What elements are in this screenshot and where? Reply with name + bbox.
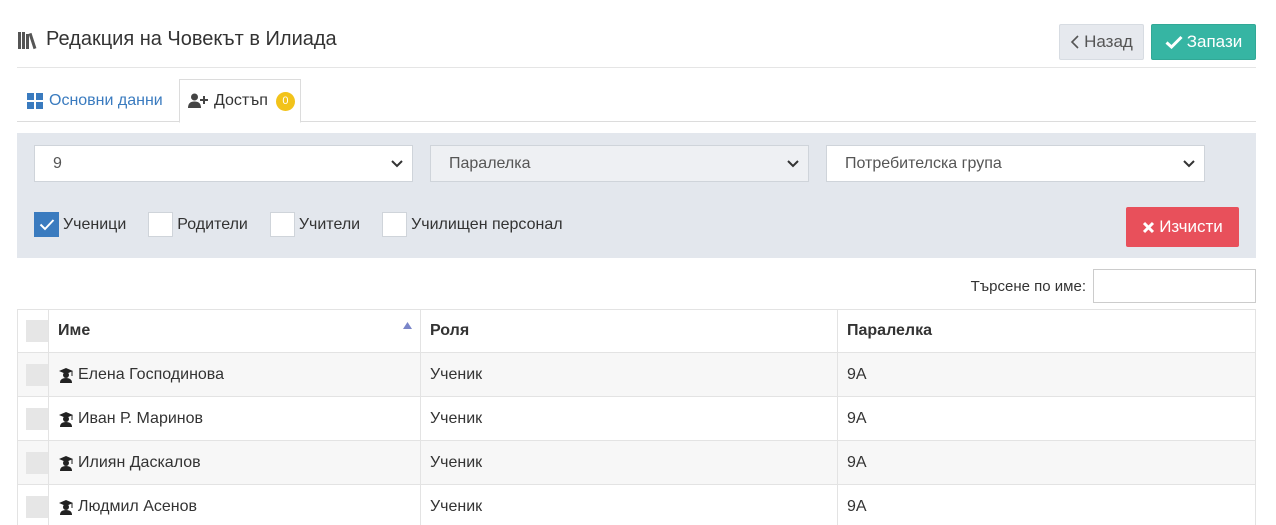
row-select-cell[interactable] — [17, 396, 49, 441]
name-cell: Илиян Даскалов — [48, 440, 421, 485]
row-checkbox[interactable] — [26, 495, 48, 518]
role-checkboxes: Ученици Родители Учители Училищен персон… — [34, 212, 585, 237]
checkbox-teachers[interactable]: Учители — [269, 212, 361, 237]
check-icon — [39, 219, 54, 231]
row-select-cell[interactable] — [17, 484, 49, 525]
column-header-role-label: Роля — [430, 322, 470, 339]
section-select[interactable]: Паралелка — [430, 145, 809, 182]
user-group-select[interactable]: Потребителска група — [826, 145, 1205, 182]
row-checkbox[interactable] — [26, 451, 48, 474]
section-cell: 9А — [837, 440, 1256, 485]
column-header-role[interactable]: Роля — [420, 309, 838, 353]
row-select-cell[interactable] — [17, 440, 49, 485]
table-row[interactable]: Елена Господинова Ученик 9А — [17, 352, 1256, 397]
user-group-select-value: Потребителска група — [845, 154, 1002, 172]
column-header-name[interactable]: Име — [48, 309, 421, 353]
role-cell: Ученик — [420, 440, 838, 485]
search-input[interactable] — [1093, 269, 1256, 303]
table-header-row: Име Роля Паралелка — [17, 309, 1256, 353]
check-icon — [1165, 35, 1183, 49]
clear-button[interactable]: Изчисти — [1126, 207, 1239, 247]
chevron-down-icon — [1182, 156, 1196, 170]
checkbox-school-staff-label: Училищен персонал — [411, 215, 563, 233]
access-count-badge: 0 — [275, 91, 295, 111]
student-name: Елена Господинова — [78, 365, 225, 383]
back-button-label: Назад — [1084, 32, 1133, 51]
chevron-down-icon — [786, 156, 800, 170]
section-select-value: Паралелка — [449, 154, 531, 172]
section-cell: 9А — [837, 484, 1256, 525]
user-plus-icon — [188, 93, 208, 109]
student-name: Людмил Асенов — [78, 497, 198, 515]
graduate-icon — [58, 411, 74, 427]
tab-access-label: Достъп — [214, 92, 268, 109]
section-cell: 9А — [837, 352, 1256, 397]
page-title-wrap: Редакция на Човекът в Илиада — [17, 28, 337, 51]
tab-main-data[interactable]: Основни данни — [27, 79, 163, 122]
checkbox-students-box[interactable] — [34, 212, 59, 237]
checkbox-teachers-label: Учители — [298, 215, 361, 233]
checkbox-students-label: Ученици — [63, 215, 127, 233]
name-cell: Людмил Асенов — [48, 484, 421, 525]
page-title: Редакция на Човекът в Илиада — [46, 28, 337, 50]
name-cell: Иван Р. Маринов — [48, 396, 421, 441]
student-name: Иван Р. Маринов — [78, 409, 204, 427]
section-cell: 9А — [837, 396, 1256, 441]
row-checkbox[interactable] — [26, 363, 48, 386]
graduate-icon — [58, 499, 74, 515]
column-header-section-label: Паралелка — [847, 322, 932, 339]
page-header: Редакция на Човекът в Илиада Назад Запаз… — [17, 20, 1256, 68]
filter-panel: 9 Паралелка Потребителска група Ученици … — [17, 133, 1256, 258]
role-cell: Ученик — [420, 484, 838, 525]
checkbox-parents-label: Родители — [177, 215, 248, 233]
chevron-left-icon — [1070, 35, 1080, 49]
back-button[interactable]: Назад — [1059, 24, 1144, 60]
tab-access[interactable]: Достъп 0 — [179, 79, 301, 123]
books-icon — [17, 29, 39, 51]
role-cell: Ученик — [420, 396, 838, 441]
save-button[interactable]: Запази — [1151, 24, 1256, 60]
table-row[interactable]: Иван Р. Маринов Ученик 9А — [17, 396, 1256, 441]
save-button-label: Запази — [1186, 32, 1243, 51]
column-header-section[interactable]: Паралелка — [837, 309, 1256, 353]
chevron-down-icon — [390, 156, 404, 170]
row-select-cell[interactable] — [17, 352, 49, 397]
checkbox-parents[interactable]: Родители — [148, 212, 248, 237]
search-label: Търсене по име: — [970, 277, 1086, 295]
checkbox-school-staff-box[interactable] — [382, 212, 408, 237]
sort-up-icon — [403, 322, 412, 329]
select-all-cell[interactable] — [17, 309, 49, 353]
checkbox-teachers-box[interactable] — [269, 212, 295, 237]
column-header-name-label: Име — [58, 322, 91, 339]
checkbox-parents-box[interactable] — [148, 212, 174, 237]
student-name: Илиян Даскалов — [78, 453, 201, 471]
role-cell: Ученик — [420, 352, 838, 397]
table-row[interactable]: Илиян Даскалов Ученик 9А — [17, 440, 1256, 485]
members-table: Име Роля Паралелка Елена Господинова Уче… — [17, 309, 1256, 525]
name-cell: Елена Господинова — [48, 352, 421, 397]
select-all-checkbox[interactable] — [26, 320, 48, 342]
checkbox-school-staff[interactable]: Училищен персонал — [382, 212, 563, 237]
times-icon — [1142, 221, 1155, 234]
graduate-icon — [58, 455, 74, 471]
class-select[interactable]: 9 — [34, 145, 413, 182]
name-search: Търсене по име: — [971, 269, 1256, 303]
graduate-icon — [58, 367, 74, 383]
tab-bar: Основни данни Достъп 0 — [17, 79, 1256, 123]
table-row[interactable]: Людмил Асенов Ученик 9А — [17, 484, 1256, 525]
tab-main-data-label: Основни данни — [49, 91, 163, 109]
row-checkbox[interactable] — [26, 407, 48, 430]
checkbox-students[interactable]: Ученици — [34, 212, 126, 237]
class-select-value: 9 — [53, 154, 62, 172]
grid-icon — [27, 92, 43, 109]
clear-button-label: Изчисти — [1159, 217, 1223, 236]
